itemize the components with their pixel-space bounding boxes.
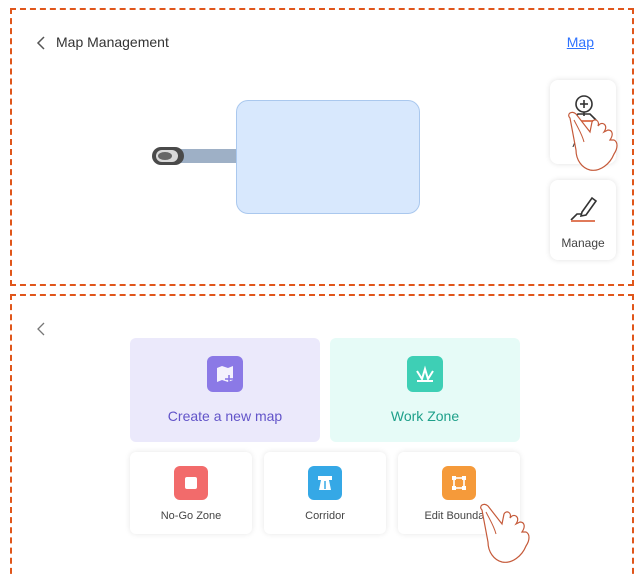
manage-label: Manage (561, 236, 605, 250)
create-map-card[interactable]: Create a new map (130, 338, 320, 442)
map-options-panel: Create a new map Work Zone No-Go Zone Co… (10, 294, 634, 576)
add-location-icon (568, 94, 598, 124)
add-button[interactable]: Add (550, 80, 616, 164)
back-chevron-icon[interactable] (34, 320, 48, 338)
add-label: Add (572, 136, 594, 150)
back-chevron-icon[interactable] (34, 34, 48, 52)
edit-pen-icon (568, 194, 598, 224)
mower-icon (150, 144, 186, 168)
edit-boundary-label: Edit Boundary (424, 510, 494, 522)
road-icon (308, 466, 342, 500)
corridor-card[interactable]: Corridor (264, 452, 386, 534)
map-link[interactable]: Map (567, 34, 594, 50)
create-map-label: Create a new map (167, 408, 283, 424)
corridor-path (180, 149, 238, 163)
square-icon (174, 466, 208, 500)
grass-icon (407, 356, 443, 392)
manage-button[interactable]: Manage (550, 180, 616, 260)
no-go-zone-card[interactable]: No-Go Zone (130, 452, 252, 534)
map-plus-icon (207, 356, 243, 392)
work-zone-card[interactable]: Work Zone (330, 338, 520, 442)
edit-boundary-card[interactable]: Edit Boundary (398, 452, 520, 534)
corridor-label: Corridor (305, 510, 345, 522)
work-zone-label: Work Zone (390, 408, 460, 424)
work-zone-area[interactable] (236, 100, 420, 214)
page-title: Map Management (56, 34, 169, 50)
map-management-panel: Map Management Map Add Manage (10, 8, 634, 286)
no-go-zone-label: No-Go Zone (160, 510, 222, 522)
crop-icon (442, 466, 476, 500)
